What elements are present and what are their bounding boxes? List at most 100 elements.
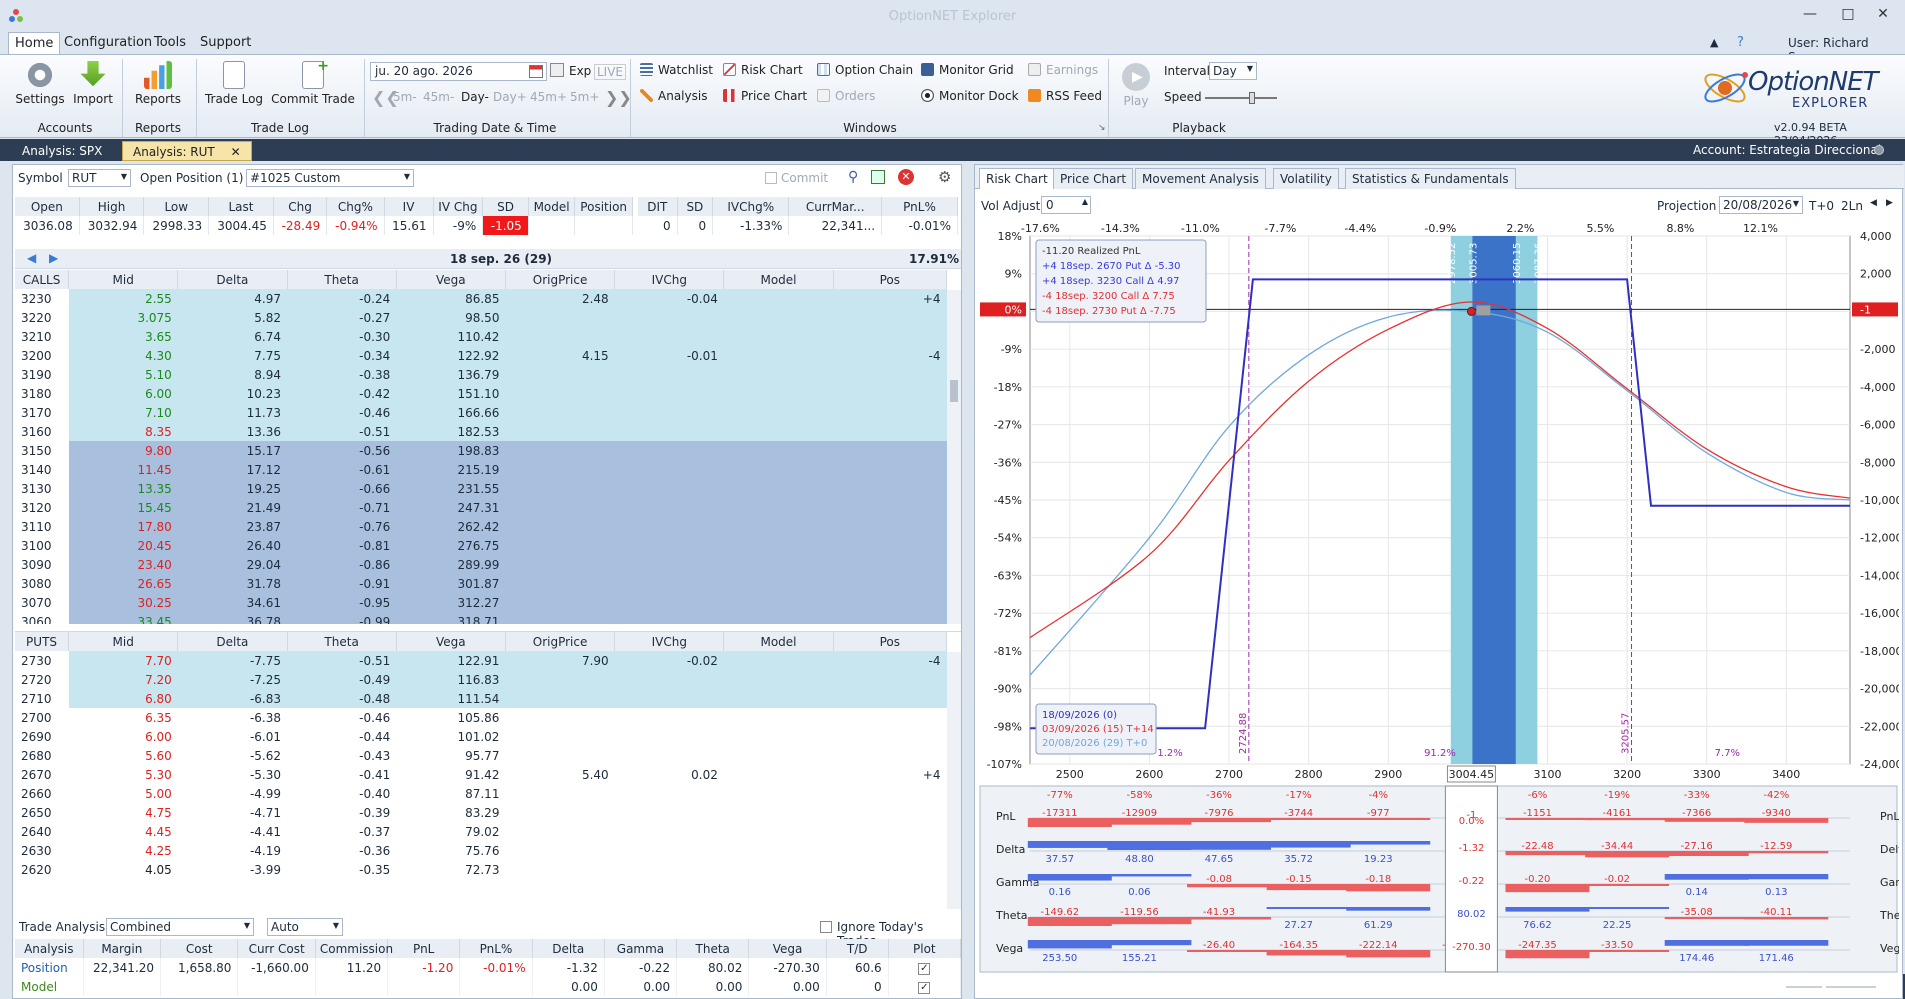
table-row[interactable]: 3180 6.00 10.23 -0.42 151.10 xyxy=(15,384,947,403)
trade-log-button[interactable]: Trade Log xyxy=(200,61,268,106)
vol-adjust-input[interactable]: 0 ▲ xyxy=(1041,196,1091,214)
table-row[interactable]: 3090 23.40 29.04 -0.86 289.99 xyxy=(15,555,947,574)
table-row[interactable]: 3160 8.35 13.36 -0.51 182.53 xyxy=(15,422,947,441)
interval-select[interactable]: Day ▼ xyxy=(1209,62,1257,80)
table-row[interactable]: 3230 2.55 4.97 -0.24 86.85 2.48 -0.04 +4 xyxy=(15,289,947,308)
symbol-select[interactable]: RUT ▼ xyxy=(68,169,131,187)
table-row[interactable]: 3190 5.10 8.94 -0.38 136.79 xyxy=(15,365,947,384)
step-day-back[interactable]: Day- xyxy=(461,90,489,104)
table-row[interactable]: 2730 7.70 -7.75 -0.51 122.91 7.90 -0.02 -4 xyxy=(15,651,947,670)
table-row[interactable]: 2630 4.25 -4.19 -0.36 75.76 xyxy=(15,841,947,860)
plot-checkbox[interactable]: ✓ xyxy=(918,963,931,975)
table-row[interactable]: 2700 6.35 -6.38 -0.46 105.86 xyxy=(15,708,947,727)
menu-configuration[interactable]: Configuration xyxy=(58,32,158,54)
table-row[interactable]: Position 22,341.20 1,658.80 -1,660.00 11.20-… xyxy=(15,958,962,977)
zoom-out-icon[interactable]: — xyxy=(1768,977,1780,991)
table-row[interactable]: 2720 7.20 -7.25 -0.49 116.83 xyxy=(15,670,947,689)
live-label[interactable]: LIVE xyxy=(594,64,627,80)
step-45m-forward[interactable]: 45m+ xyxy=(530,90,567,104)
step-day-forward[interactable]: Day+ xyxy=(493,90,527,104)
step-45m-back[interactable]: 45m- xyxy=(423,90,454,104)
next-expiry-icon[interactable]: ▶ xyxy=(49,251,58,265)
table-row[interactable]: 3120 15.45 21.49 -0.71 247.31 xyxy=(15,498,947,517)
plot-checkbox[interactable]: ✓ xyxy=(918,982,931,994)
table-row[interactable]: 3130 13.35 19.25 -0.66 231.55 xyxy=(15,479,947,498)
menu-home[interactable]: Home xyxy=(8,32,61,54)
calls-scrollbar[interactable] xyxy=(947,290,961,624)
puts-scrollbar[interactable] xyxy=(947,652,961,909)
next-date-icon[interactable]: ▶ xyxy=(1886,198,1893,208)
step-5m-back[interactable]: 5m- xyxy=(393,90,417,104)
scrollbar-thumb[interactable] xyxy=(950,380,958,402)
ignore-today-checkbox[interactable] xyxy=(820,921,832,933)
table-row[interactable]: 2670 5.30 -5.30 -0.41 91.42 5.40 0.02 +4 xyxy=(15,765,947,784)
table-row[interactable]: 3110 17.80 23.87 -0.76 262.42 xyxy=(15,517,947,536)
calendar-icon[interactable] xyxy=(529,65,543,78)
minimize-button[interactable]: — xyxy=(1795,6,1825,26)
reports-button[interactable]: Reports xyxy=(128,61,188,106)
export-icon[interactable] xyxy=(871,170,885,184)
t0-label[interactable]: T+0 xyxy=(1809,199,1834,213)
table-row[interactable]: 2680 5.60 -5.62 -0.43 95.77 xyxy=(15,746,947,765)
earnings-button[interactable]: Earnings xyxy=(1028,63,1098,77)
option-chain-button[interactable]: Option Chain xyxy=(817,63,913,77)
table-row[interactable]: 2640 4.45 -4.41 -0.37 79.02 xyxy=(15,822,947,841)
risk-chart[interactable]: 2978.52 3005.73 3060.15 3087.36 2724.88 3205.… xyxy=(978,216,1899,974)
date-picker[interactable]: ju. 20 ago. 2026 xyxy=(370,62,547,81)
table-row[interactable]: 3140 11.45 17.12 -0.61 215.19 xyxy=(15,460,947,479)
maximize-button[interactable]: □ xyxy=(1833,6,1863,26)
watchlist-button[interactable]: Watchlist xyxy=(640,63,713,77)
table-row[interactable]: 3150 9.80 15.17 -0.56 198.83 xyxy=(15,441,947,460)
price-chart-button[interactable]: Price Chart xyxy=(723,89,807,103)
forward-icon[interactable]: ❯❯ xyxy=(605,88,632,107)
table-row[interactable]: 3070 30.25 34.61 -0.95 312.27 xyxy=(15,593,947,612)
expand-group-icon[interactable]: ↘ xyxy=(1098,123,1106,133)
menu-support[interactable]: Support xyxy=(194,32,257,54)
collapse-ribbon-icon[interactable]: ▲ xyxy=(1710,36,1718,49)
stepper-icon[interactable]: ▲ xyxy=(1082,197,1088,206)
table-row[interactable]: 2650 4.75 -4.71 -0.39 83.29 xyxy=(15,803,947,822)
step-5m-forward[interactable]: 5m+ xyxy=(570,90,599,104)
tab-statistics-fundamentals[interactable]: Statistics & Fundamentals xyxy=(1345,168,1516,189)
table-row[interactable]: 2620 4.05 -3.99 -0.35 72.73 xyxy=(15,860,947,879)
table-row[interactable]: 3170 7.10 11.73 -0.46 166.66 xyxy=(15,403,947,422)
settings-button[interactable]: Settings xyxy=(10,61,70,106)
table-row[interactable]: 3060 33.45 36.78 -0.99 318.71 xyxy=(15,612,947,624)
projection-date-select[interactable]: 20/08/2026 ▼ xyxy=(1719,196,1803,214)
orders-button[interactable]: Orders xyxy=(817,89,875,103)
search-icon[interactable]: ⚲ xyxy=(848,169,858,185)
risk-chart-button[interactable]: Risk Chart xyxy=(723,63,803,77)
table-row[interactable]: 2660 5.00 -4.99 -0.40 87.11 xyxy=(15,784,947,803)
table-row[interactable]: 3200 4.30 7.75 -0.34 122.92 4.15 -0.01 -4 xyxy=(15,346,947,365)
speed-slider[interactable] xyxy=(1205,92,1277,104)
zoom-slider[interactable] xyxy=(1786,981,1876,993)
zoom-in-icon[interactable]: + xyxy=(1882,976,1892,990)
slider-handle[interactable] xyxy=(1822,981,1826,993)
exp-toggle-icon[interactable] xyxy=(550,63,564,77)
ln-label[interactable]: 2Ln xyxy=(1841,199,1863,213)
slider-handle[interactable] xyxy=(1249,92,1255,104)
prev-date-icon[interactable]: ◀ xyxy=(1870,198,1877,208)
commit-button[interactable]: Commit xyxy=(765,171,828,185)
analysis-button[interactable]: Analysis xyxy=(640,89,707,103)
play-button[interactable]: ▶ Play xyxy=(1116,63,1156,108)
tab-volatility[interactable]: Volatility xyxy=(1273,168,1339,189)
close-tab-icon[interactable]: ✕ xyxy=(231,145,241,159)
tab-analysis-spx[interactable]: Analysis: SPX xyxy=(12,141,112,161)
table-row[interactable]: 2710 6.80 -6.83 -0.48 111.54 xyxy=(15,689,947,708)
monitor-dock-button[interactable]: Monitor Dock xyxy=(921,89,1019,103)
table-row[interactable]: 3100 20.45 26.40 -0.81 276.75 xyxy=(15,536,947,555)
commit-trade-button[interactable]: + Commit Trade xyxy=(270,58,356,106)
tab-risk-chart[interactable]: Risk Chart xyxy=(979,168,1055,189)
table-row[interactable]: 3210 3.65 6.74 -0.30 110.42 xyxy=(15,327,947,346)
tab-price-chart[interactable]: Price Chart xyxy=(1053,168,1134,189)
table-row[interactable]: 3220 3.075 5.82 -0.27 98.50 xyxy=(15,308,947,327)
import-button[interactable]: Import xyxy=(68,61,118,106)
position-select[interactable]: #1025 Custom ▼ xyxy=(246,169,414,187)
menu-tools[interactable]: Tools xyxy=(148,32,192,54)
table-row[interactable]: 2690 6.00 -6.01 -0.44 101.02 xyxy=(15,727,947,746)
close-button[interactable]: ✕ xyxy=(1868,6,1898,26)
tab-movement-analysis[interactable]: Movement Analysis xyxy=(1135,168,1266,189)
tab-analysis-rut[interactable]: Analysis: RUT ✕ xyxy=(122,141,252,161)
ta-mode-select[interactable]: Combined ▼ xyxy=(106,918,254,936)
